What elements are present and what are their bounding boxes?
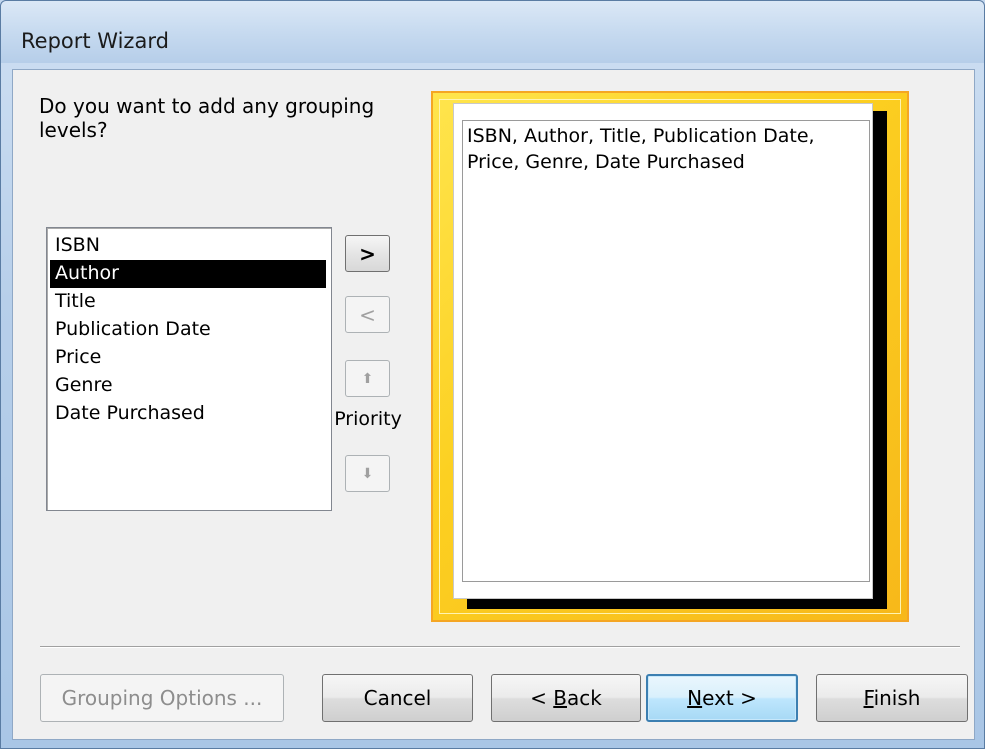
priority-down-button[interactable]: ⬇ xyxy=(345,455,390,492)
title-bar[interactable]: Report Wizard xyxy=(1,1,984,63)
cancel-label: Cancel xyxy=(363,686,432,710)
back-label-rest: ack xyxy=(567,686,602,710)
back-button[interactable]: < Back xyxy=(491,674,641,722)
next-button[interactable]: Next > xyxy=(646,674,798,722)
preview-fields-text: ISBN, Author, Title, Publication Date, P… xyxy=(467,125,815,173)
back-label-accelerator: B xyxy=(553,686,567,710)
wizard-body: Do you want to add any grouping levels? … xyxy=(12,69,975,740)
next-label: Next > xyxy=(687,686,757,710)
back-label: < Back xyxy=(530,686,602,710)
priority-up-button[interactable]: ⬆ xyxy=(345,360,390,397)
remove-arrow-label: < xyxy=(359,302,376,327)
report-wizard-window: Report Wizard Do you want to add any gro… xyxy=(0,0,985,749)
list-item[interactable]: Publication Date xyxy=(47,316,331,344)
cancel-button[interactable]: Cancel xyxy=(322,674,473,722)
add-arrow-label: > xyxy=(359,241,376,266)
finish-label-accelerator: F xyxy=(863,686,874,710)
next-label-accelerator: N xyxy=(687,686,703,710)
down-arrow-icon: ⬇ xyxy=(361,465,374,482)
list-item[interactable]: Date Purchased xyxy=(47,400,331,428)
finish-label-rest: inish xyxy=(873,686,921,710)
list-item[interactable]: Price xyxy=(47,344,331,372)
separator-line xyxy=(40,646,960,648)
list-item-selected[interactable]: Author xyxy=(50,260,326,288)
preview-field-box: ISBN, Author, Title, Publication Date, P… xyxy=(462,120,870,582)
list-item[interactable]: Title xyxy=(47,288,331,316)
window-title: Report Wizard xyxy=(21,29,169,53)
available-fields-list[interactable]: ISBN Author Title Publication Date Price… xyxy=(46,227,332,511)
grouping-question: Do you want to add any grouping levels? xyxy=(39,94,375,142)
grouping-options-label: Grouping Options ... xyxy=(61,686,263,710)
up-arrow-icon: ⬆ xyxy=(361,370,374,387)
list-item[interactable]: Genre xyxy=(47,372,331,400)
add-grouping-button[interactable]: > xyxy=(345,235,390,272)
next-label-rest: ext > xyxy=(702,686,757,710)
grouping-options-button[interactable]: Grouping Options ... xyxy=(40,674,284,722)
preview-paper: ISBN, Author, Title, Publication Date, P… xyxy=(453,103,873,599)
list-item[interactable]: ISBN xyxy=(47,232,331,260)
priority-label: Priority xyxy=(334,408,402,430)
back-label-prefix: < xyxy=(530,686,554,710)
finish-button[interactable]: Finish xyxy=(816,674,968,722)
remove-grouping-button[interactable]: < xyxy=(345,296,390,333)
grouping-preview: ISBN, Author, Title, Publication Date, P… xyxy=(431,91,909,622)
finish-label: Finish xyxy=(864,686,921,710)
